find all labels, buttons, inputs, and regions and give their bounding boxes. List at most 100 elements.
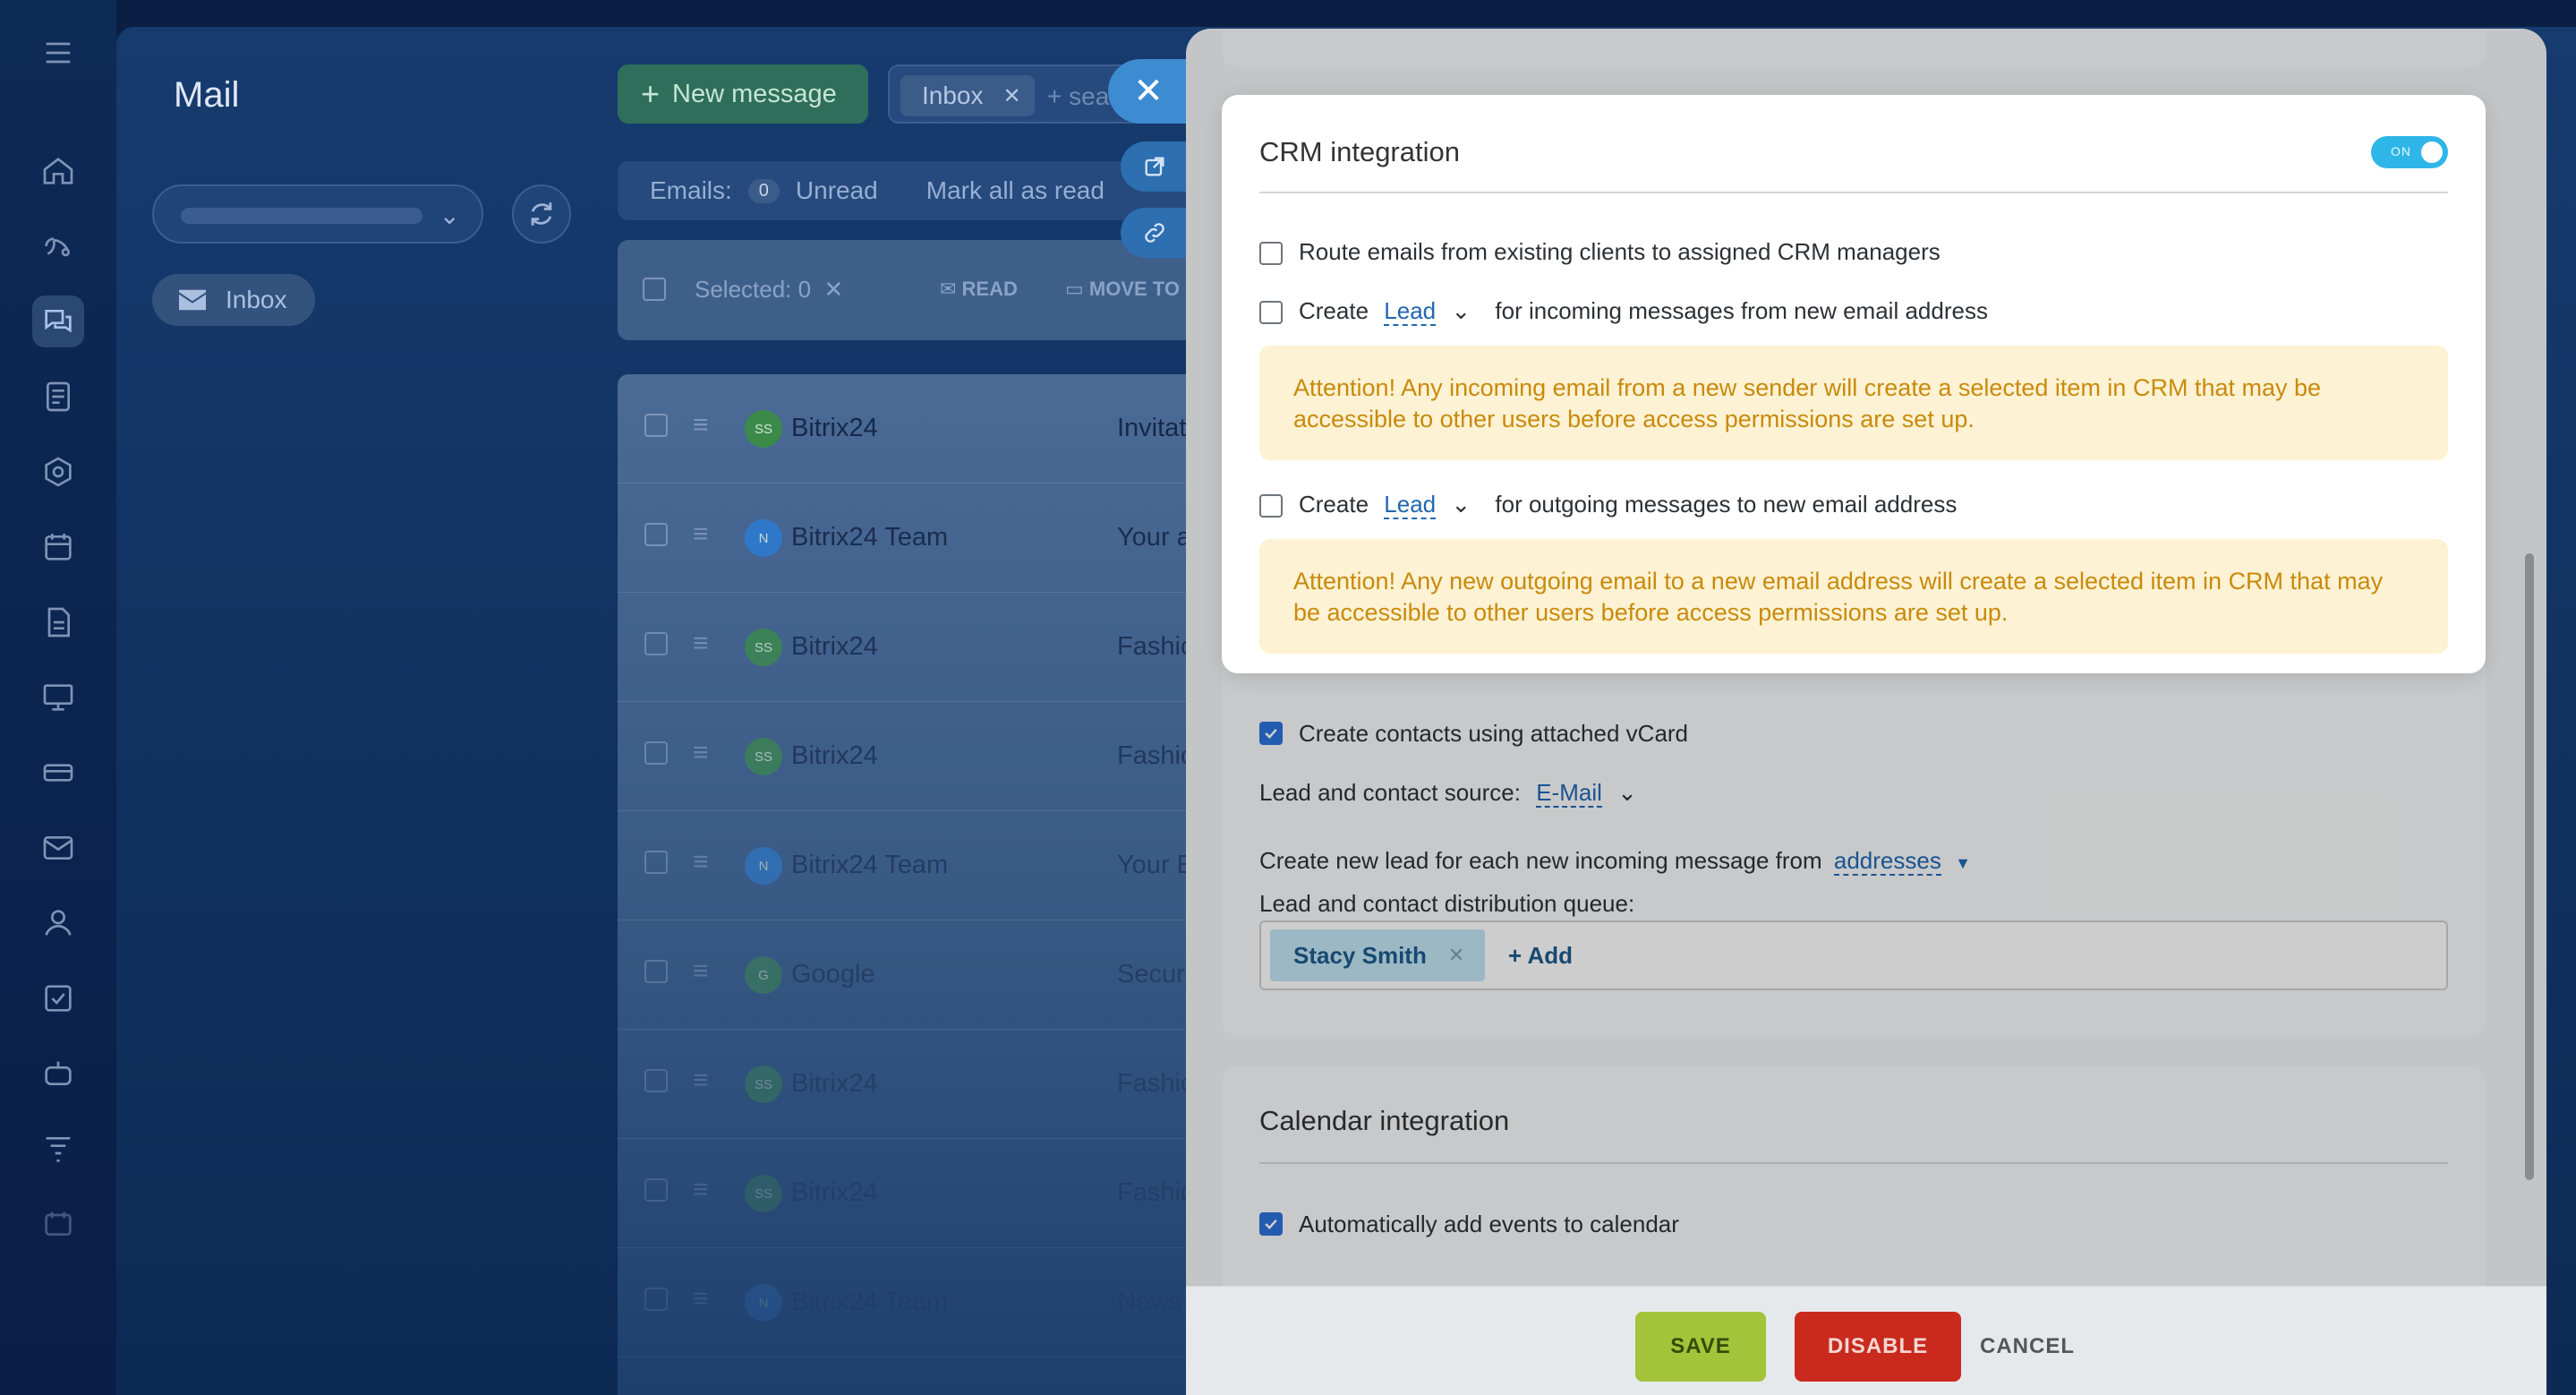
avatar: SS <box>745 410 782 448</box>
save-button[interactable]: SAVE <box>1635 1312 1766 1382</box>
move-to-action[interactable]: ▭ MOVE TO <box>1065 278 1180 301</box>
mail-row[interactable]: ≡ SS Bitrix24 Invitat <box>618 374 1208 484</box>
row-sender: Google <box>791 960 875 988</box>
slider-scrollbar[interactable] <box>2525 553 2534 1180</box>
avatar: SS <box>745 738 782 775</box>
drag-handle-icon[interactable]: ≡ <box>693 410 709 441</box>
drag-handle-icon[interactable]: ≡ <box>693 629 709 659</box>
emails-counter-bar: Emails: 0 Unread Mark all as read <box>618 161 1208 220</box>
drag-handle-icon[interactable]: ≡ <box>693 519 709 550</box>
crm-integration-card: CRM integration ON Route emails from exi… <box>1222 95 2486 673</box>
new-lead-source-dropdown[interactable]: addresses <box>1833 847 1941 876</box>
drag-handle-icon[interactable]: ≡ <box>693 1175 709 1205</box>
workspace-icon[interactable] <box>32 672 84 723</box>
avatar: N <box>745 519 782 557</box>
calendar-icon[interactable] <box>32 521 84 573</box>
mail-row[interactable]: ≡ N Bitrix24 Team News <box>618 1248 1208 1357</box>
bot-icon[interactable] <box>32 1048 84 1100</box>
lead-source-row: Lead and contact source: E-Mail ⌄ <box>1259 779 1637 808</box>
mailbox-select[interactable]: ⌄ <box>152 184 483 244</box>
inventory-icon[interactable] <box>32 747 84 799</box>
drag-handle-icon[interactable]: ≡ <box>693 738 709 768</box>
new-lead-row: Create new lead for each new incoming me… <box>1259 847 1971 876</box>
row-checkbox[interactable] <box>644 632 668 655</box>
select-all-checkbox[interactable] <box>643 278 666 301</box>
home-icon[interactable] <box>32 145 84 197</box>
add-queue-user-link[interactable]: + Add <box>1508 942 1573 970</box>
mailbox-address-blurred <box>181 208 422 224</box>
unread-filter[interactable]: Unread <box>796 176 878 205</box>
lead-source-dropdown[interactable]: E-Mail <box>1536 779 1602 808</box>
auto-add-events-checkbox[interactable] <box>1259 1212 1283 1236</box>
clear-selection-icon[interactable]: ✕ <box>817 276 844 303</box>
queue-user-name: Stacy Smith <box>1293 941 1427 969</box>
open-new-window-button[interactable] <box>1121 141 1189 192</box>
folder-inbox[interactable]: Inbox <box>152 274 315 326</box>
create-outgoing-checkbox[interactable] <box>1259 494 1283 518</box>
filter-chip-inbox[interactable]: Inbox ✕ <box>900 75 1035 116</box>
create-outgoing-row: Create Lead ⌄ for outgoing messages to n… <box>1299 491 1957 519</box>
row-sender: Bitrix24 <box>791 632 878 661</box>
mail-row[interactable]: ≡ N Bitrix24 Team Your a <box>618 484 1208 593</box>
copy-link-button[interactable] <box>1121 208 1189 258</box>
documents-icon[interactable] <box>32 596 84 648</box>
route-emails-checkbox[interactable] <box>1259 242 1283 265</box>
drag-handle-icon[interactable]: ≡ <box>693 847 709 877</box>
selected-count: Selected: 0 ✕ <box>695 276 844 303</box>
disable-button[interactable]: DISABLE <box>1795 1312 1961 1382</box>
filter-chip-label: Inbox <box>922 81 984 109</box>
create-incoming-checkbox[interactable] <box>1259 301 1283 324</box>
filter-icon[interactable] <box>32 1123 84 1175</box>
crm-integration-toggle[interactable]: ON <box>2371 136 2448 168</box>
menu-icon[interactable] <box>32 27 84 79</box>
tasks-icon[interactable] <box>32 371 84 423</box>
drag-handle-icon[interactable]: ≡ <box>693 1066 709 1096</box>
outgoing-entity-dropdown[interactable]: Lead <box>1384 491 1437 519</box>
checklist-icon[interactable] <box>32 972 84 1024</box>
mark-all-read-link[interactable]: Mark all as read <box>926 176 1105 205</box>
new-message-button[interactable]: + New message <box>618 64 868 124</box>
row-checkbox[interactable] <box>644 851 668 874</box>
distribution-queue-field[interactable]: Stacy Smith ✕ + Add <box>1259 920 2448 990</box>
mail-row[interactable]: ≡ SS Bitrix24 Fashic <box>618 1139 1208 1248</box>
mark-read-action[interactable]: ✉ READ <box>940 278 1018 301</box>
row-checkbox[interactable] <box>644 1069 668 1092</box>
close-slider-button[interactable]: ✕ <box>1108 59 1189 124</box>
auto-add-events-label: Automatically add events to calendar <box>1299 1211 1679 1237</box>
remove-user-icon[interactable]: ✕ <box>1448 944 1464 967</box>
search-input[interactable]: + sea <box>1047 82 1109 111</box>
crm-section-title: CRM integration <box>1259 136 1460 167</box>
avatar: N <box>745 847 782 885</box>
mail-row[interactable]: ≡ SS Bitrix24 Fashic <box>618 593 1208 702</box>
contacts-icon[interactable] <box>32 897 84 949</box>
cancel-button[interactable]: CANCEL <box>1974 1312 2081 1382</box>
avatar: SS <box>745 629 782 666</box>
feed-icon[interactable] <box>32 220 84 272</box>
close-icon[interactable]: ✕ <box>1003 83 1021 109</box>
incoming-entity-dropdown[interactable]: Lead <box>1384 297 1437 326</box>
toggle-state-label: ON <box>2391 144 2411 158</box>
new-message-label: New message <box>672 79 837 108</box>
mail-row[interactable]: ≡ SS Bitrix24 Fashic <box>618 702 1208 811</box>
row-checkbox[interactable] <box>644 1178 668 1202</box>
mail-row[interactable]: ≡ G Google Secur <box>618 920 1208 1030</box>
drag-handle-icon[interactable]: ≡ <box>693 956 709 987</box>
row-sender: Bitrix24 <box>791 414 878 442</box>
sites-icon[interactable] <box>32 446 84 498</box>
vcard-checkbox[interactable] <box>1259 722 1283 745</box>
mail-list: ≡ SS Bitrix24 Invitat ≡ N Bitrix24 Team Your a ≡… <box>618 374 1208 1395</box>
route-emails-label: Route emails from existing clients to as… <box>1299 238 1941 265</box>
refresh-button[interactable] <box>512 184 571 244</box>
row-checkbox[interactable] <box>644 523 668 546</box>
more-icon[interactable] <box>32 1198 84 1250</box>
row-checkbox[interactable] <box>644 960 668 983</box>
row-checkbox[interactable] <box>644 414 668 437</box>
row-sender: Bitrix24 Team <box>791 523 949 552</box>
drag-handle-icon[interactable]: ≡ <box>693 1284 709 1314</box>
mail-row[interactable]: ≡ SS Bitrix24 Fashic <box>618 1030 1208 1139</box>
mail-row[interactable]: ≡ N Bitrix24 Team Your E <box>618 811 1208 920</box>
chat-icon[interactable] <box>32 295 84 347</box>
row-checkbox[interactable] <box>644 1288 668 1311</box>
row-checkbox[interactable] <box>644 741 668 765</box>
mail-icon[interactable] <box>32 822 84 874</box>
